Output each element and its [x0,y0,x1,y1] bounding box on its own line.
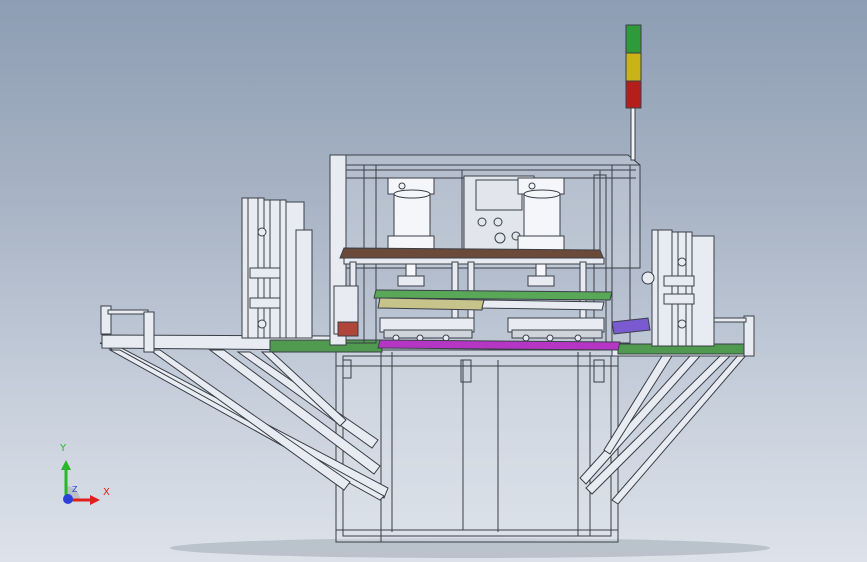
triad-x-label: X [103,487,110,498]
y-arrow-head [61,460,71,470]
reference-triad [61,460,100,505]
x-arrow-head [90,495,100,505]
triad-y-label: Y [60,443,67,454]
graphics-viewport[interactable]: Y X Z [0,0,867,562]
triad-z-label: Z [72,485,78,494]
z-axis-dot [63,494,73,504]
